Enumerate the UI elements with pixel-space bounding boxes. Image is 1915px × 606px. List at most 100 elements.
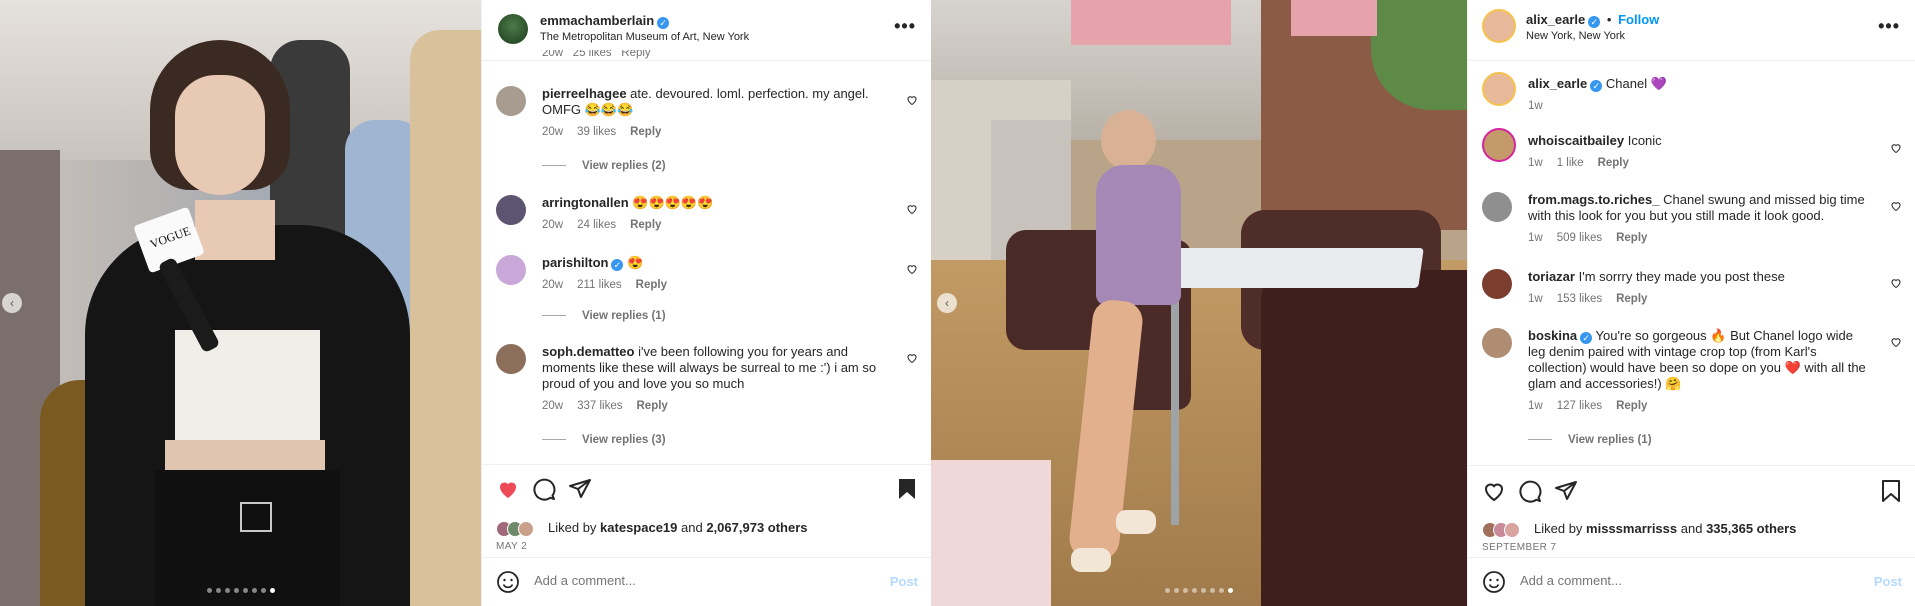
carousel-dots: [931, 581, 1467, 596]
follow-button[interactable]: Follow: [1618, 12, 1659, 27]
avatar[interactable]: [1482, 9, 1516, 43]
microphone-flag-text: VOGUE: [148, 223, 193, 252]
commenter-avatar[interactable]: [496, 86, 526, 116]
comment-username[interactable]: from.mags.to.riches_: [1528, 192, 1660, 207]
comment-likes[interactable]: 127 likes: [1557, 400, 1602, 412]
verified-icon: ✓: [1588, 16, 1601, 28]
add-comment-bar: Post: [1468, 557, 1915, 606]
carousel-prev-button[interactable]: ‹: [2, 293, 22, 313]
comment-input[interactable]: [1518, 572, 1822, 589]
share-icon[interactable]: [1554, 479, 1578, 503]
comment-icon[interactable]: [532, 477, 556, 501]
heart-icon[interactable]: [1890, 200, 1902, 212]
verified-icon: ✓: [1580, 332, 1593, 344]
view-replies-button[interactable]: View replies (1): [542, 310, 666, 322]
commenter-avatar[interactable]: [1482, 128, 1516, 162]
comment-text: Iconic: [1627, 133, 1662, 148]
heart-icon[interactable]: [1482, 479, 1506, 503]
carousel-prev-button[interactable]: ‹: [937, 293, 957, 313]
liked-by-and: and: [681, 520, 703, 535]
actions-section: Liked by katespace19 and 2,067,973 other…: [482, 464, 932, 559]
comment-likes[interactable]: 39 likes: [577, 126, 616, 138]
avatar: [518, 521, 534, 537]
comment-text: 😍😍😍😍😍: [632, 195, 714, 210]
post-author-username[interactable]: alix_earle: [1526, 12, 1585, 27]
commenter-avatar[interactable]: [496, 344, 526, 374]
post-date: SEPTEMBER 7: [1482, 542, 1557, 553]
post-image-alix_earle[interactable]: ‹: [931, 0, 1467, 606]
commenter-avatar[interactable]: [496, 255, 526, 285]
comment-likes[interactable]: 337 likes: [577, 400, 622, 412]
reply-button[interactable]: Reply: [637, 400, 668, 412]
comment-icon[interactable]: [1518, 479, 1542, 503]
comment-likes[interactable]: 24 likes: [577, 219, 616, 231]
reply-button[interactable]: Reply: [1598, 157, 1629, 169]
heart-icon[interactable]: [1890, 336, 1902, 348]
bookmark-icon[interactable]: [1880, 479, 1902, 503]
comment-username[interactable]: alix_earle: [1528, 76, 1587, 91]
avatar: [1504, 522, 1520, 538]
emoji-icon[interactable]: [1482, 570, 1506, 594]
liked-by-user[interactable]: katespace19: [600, 520, 677, 535]
comment-age: 20w: [542, 219, 564, 231]
post-button[interactable]: Post: [890, 574, 918, 589]
comment-username[interactable]: pierreelhagee: [542, 86, 627, 101]
avatar[interactable]: [498, 14, 528, 44]
reply-button[interactable]: Reply: [630, 219, 661, 231]
reply-button[interactable]: Reply: [630, 126, 661, 138]
liked-by-user[interactable]: misssmarrisss: [1586, 521, 1677, 536]
view-replies-button[interactable]: View replies (1): [1528, 434, 1652, 446]
comment-username[interactable]: soph.dematteo: [542, 344, 634, 359]
comment-username[interactable]: toriazar: [1528, 269, 1575, 284]
comment-username[interactable]: parishilton: [542, 255, 608, 270]
liked-by-avatars: [496, 521, 542, 539]
action-bar: [482, 475, 932, 505]
post-button[interactable]: Post: [1874, 574, 1902, 589]
comment-age: 1w: [1528, 400, 1543, 412]
reply-button[interactable]: Reply: [1616, 293, 1647, 305]
comment-username[interactable]: arringtonallen: [542, 195, 629, 210]
liked-by-count[interactable]: 335,365 others: [1706, 521, 1796, 536]
commenter-avatar[interactable]: [1482, 192, 1512, 222]
comment-age: 1w: [1528, 232, 1543, 244]
post-image-emmachamberlain[interactable]: VOGUE ‹: [0, 0, 481, 606]
liked-by-and: and: [1680, 521, 1703, 536]
comment-username[interactable]: boskina: [1528, 328, 1577, 343]
view-replies-button[interactable]: View replies (2): [542, 160, 666, 172]
comment-likes[interactable]: 509 likes: [1557, 232, 1602, 244]
post-location[interactable]: The Metropolitan Museum of Art, New York: [540, 31, 749, 43]
heart-icon[interactable]: [496, 477, 520, 501]
partial-comment-meta: 20w 25 likes Reply: [542, 50, 651, 59]
heart-icon[interactable]: [1890, 142, 1902, 154]
heart-icon[interactable]: [906, 352, 918, 364]
commenter-avatar[interactable]: [1482, 72, 1516, 106]
commenter-avatar[interactable]: [1482, 269, 1512, 299]
reply-button[interactable]: Reply: [636, 279, 667, 291]
reply-button[interactable]: Reply: [1616, 232, 1647, 244]
more-icon[interactable]: •••: [1878, 16, 1900, 37]
post-location[interactable]: New York, New York: [1526, 30, 1625, 42]
comment-likes[interactable]: 153 likes: [1557, 293, 1602, 305]
comment-likes[interactable]: 1 like: [1557, 157, 1584, 169]
heart-icon[interactable]: [906, 94, 918, 106]
liked-by-count[interactable]: 2,067,973 others: [706, 520, 807, 535]
comment-age: 20w: [542, 279, 564, 291]
bookmark-icon[interactable]: [896, 477, 918, 501]
comment-age: 1w: [1528, 157, 1543, 169]
view-replies-button[interactable]: View replies (3): [542, 434, 666, 446]
more-icon[interactable]: •••: [894, 16, 916, 37]
reply-button[interactable]: Reply: [1616, 400, 1647, 412]
comment-likes[interactable]: 211 likes: [577, 279, 622, 291]
liked-by-prefix: Liked by: [1534, 521, 1583, 536]
commenter-avatar[interactable]: [496, 195, 526, 225]
heart-icon[interactable]: [1890, 277, 1902, 289]
comment-text: You're so gorgeous 🔥 But Chanel logo wid…: [1528, 328, 1866, 391]
comment-input[interactable]: [532, 572, 836, 589]
heart-icon[interactable]: [906, 203, 918, 215]
share-icon[interactable]: [568, 477, 592, 501]
heart-icon[interactable]: [906, 263, 918, 275]
emoji-icon[interactable]: [496, 570, 520, 594]
commenter-avatar[interactable]: [1482, 328, 1512, 358]
comment-username[interactable]: whoiscaitbailey: [1528, 133, 1624, 148]
post-author-username[interactable]: emmachamberlain: [540, 13, 654, 28]
